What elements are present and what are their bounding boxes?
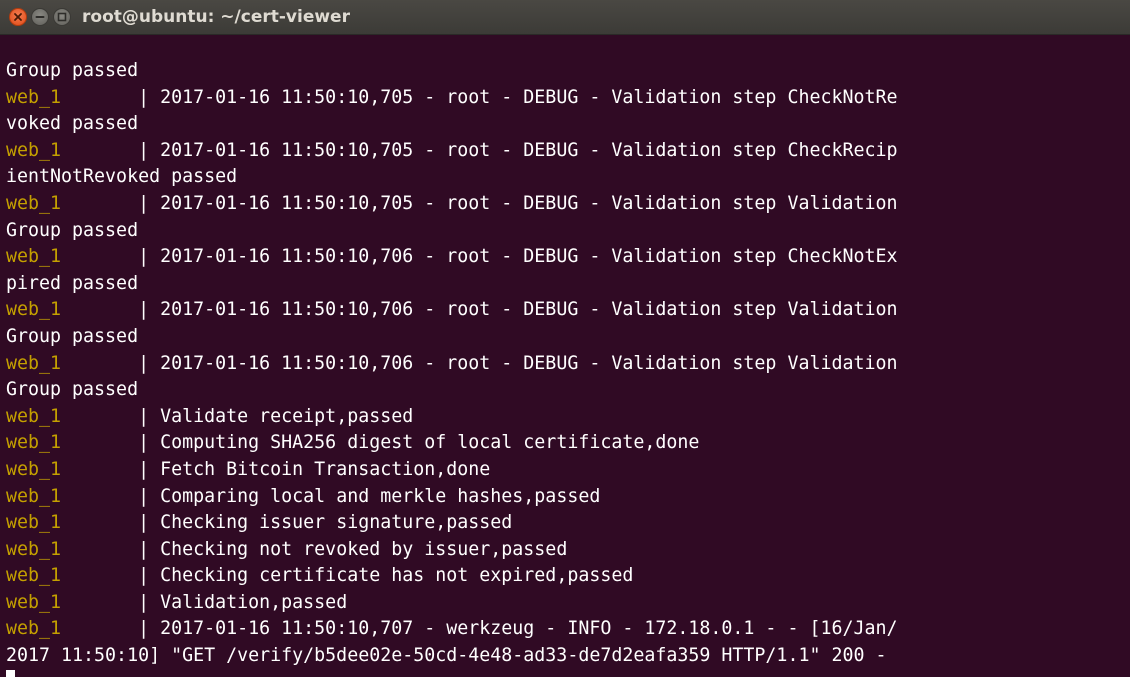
close-button[interactable] [9,8,27,26]
container-prefix: web_1 [6,538,139,560]
log-text: ientNotRevoked passed [6,166,238,188]
container-prefix: web_1 [6,512,139,534]
terminal-line: 2017 11:50:10] "GET /verify/b5dee02e-50c… [6,643,1130,670]
terminal-line: web_1 | 2017-01-16 11:50:10,706 - root -… [6,351,1130,378]
log-text: | 2017-01-16 11:50:10,705 - root - DEBUG… [138,139,898,161]
container-prefix: web_1 [6,565,139,587]
container-prefix: web_1 [6,458,139,480]
terminal-line: web_1 | 2017-01-16 11:50:10,705 - root -… [6,138,1130,165]
terminal-line: Group passed [6,324,1130,351]
terminal-line: Group passed [6,58,1130,85]
log-text: | Fetch Bitcoin Transaction,done [138,458,491,480]
log-text: | 2017-01-16 11:50:10,706 - root - DEBUG… [138,246,898,268]
container-prefix: web_1 [6,405,139,427]
prompt-line [6,669,1130,677]
window-title: root@ubuntu: ~/cert-viewer [82,7,350,27]
log-text: | 2017-01-16 11:50:10,705 - root - DEBUG… [138,192,898,214]
terminal-line: web_1 | Checking certificate has not exp… [6,563,1130,590]
cursor [6,669,15,677]
container-prefix: web_1 [6,618,139,640]
close-icon [14,13,22,21]
terminal-line: Group passed [6,218,1130,245]
container-prefix: web_1 [6,86,139,108]
log-text: | 2017-01-16 11:50:10,706 - root - DEBUG… [138,352,898,374]
log-text: Group passed [6,379,139,401]
log-text: pired passed [6,272,139,294]
terminal-line: web_1 | 2017-01-16 11:50:10,705 - root -… [6,191,1130,218]
container-prefix: web_1 [6,352,139,374]
terminal-line: web_1 | Validate receipt,passed [6,404,1130,431]
minimize-button[interactable] [31,8,49,26]
log-text: | Validate receipt,passed [138,405,414,427]
minimize-icon [35,16,45,18]
log-text: | 2017-01-16 11:50:10,707 - werkzeug - I… [138,618,898,640]
log-text: Group passed [6,60,139,81]
terminal-line: web_1 | Fetch Bitcoin Transaction,done [6,457,1130,484]
container-prefix: web_1 [6,246,139,268]
container-prefix: web_1 [6,192,139,214]
log-text: | 2017-01-16 11:50:10,705 - root - DEBUG… [138,86,898,108]
log-text: | 2017-01-16 11:50:10,706 - root - DEBUG… [138,299,898,321]
terminal-line: web_1 | Comparing local and merkle hashe… [6,484,1130,511]
log-text: | Comparing local and merkle hashes,pass… [138,485,601,507]
terminal-line: web_1 | Checking not revoked by issuer,p… [6,537,1130,564]
terminal-line: web_1 | 2017-01-16 11:50:10,706 - root -… [6,297,1130,324]
log-text: | Checking certificate has not expired,p… [138,565,634,587]
log-text: Group passed [6,325,139,347]
terminal-line: web_1 | Computing SHA256 digest of local… [6,430,1130,457]
maximize-icon [57,12,67,22]
terminal-line: web_1 | 2017-01-16 11:50:10,707 - werkze… [6,616,1130,643]
log-text: | Validation,passed [138,591,348,613]
log-text: | Computing SHA256 digest of local certi… [138,432,700,454]
container-prefix: web_1 [6,591,139,613]
terminal-line: web_1 | 2017-01-16 11:50:10,706 - root -… [6,244,1130,271]
terminal-output[interactable]: Group passed web_1 | 2017-01-16 11:50:10,… [0,36,1130,677]
title-bar[interactable]: root@ubuntu: ~/cert-viewer [0,0,1130,35]
log-text: voked passed [6,113,139,135]
terminal-line: pired passed [6,271,1130,298]
container-prefix: web_1 [6,299,139,321]
container-prefix: web_1 [6,485,139,507]
terminal-line: web_1 | 2017-01-16 11:50:10,705 - root -… [6,85,1130,112]
terminal-line: web_1 | Validation,passed [6,590,1130,617]
terminal-window: root@ubuntu: ~/cert-viewer Group passed w… [0,0,1130,677]
log-text: | Checking not revoked by issuer,passed [138,538,568,560]
terminal-line: ientNotRevoked passed [6,164,1130,191]
maximize-button[interactable] [53,8,71,26]
terminal-line: voked passed [6,111,1130,138]
log-text: | Checking issuer signature,passed [138,512,513,534]
log-text: Group passed [6,219,139,241]
container-prefix: web_1 [6,139,139,161]
container-prefix: web_1 [6,432,139,454]
terminal-line: web_1 | Checking issuer signature,passed [6,510,1130,537]
log-text: 2017 11:50:10] "GET /verify/b5dee02e-50c… [6,645,887,667]
terminal-line: Group passed [6,377,1130,404]
